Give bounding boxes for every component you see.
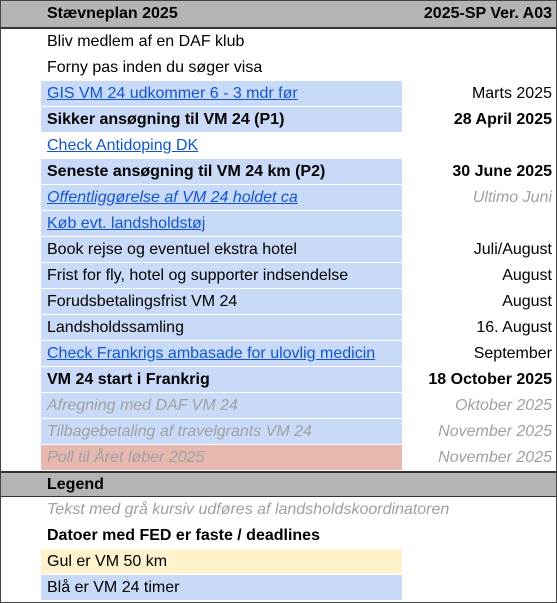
- legend-label[interactable]: Tekst med grå kursiv udføres af landshol…: [47, 497, 449, 522]
- row-label[interactable]: Forudsbetalingsfrist VM 24: [47, 289, 237, 314]
- row-date[interactable]: August: [502, 263, 552, 288]
- row-label[interactable]: Seneste ansøgning til VM 24 km (P2): [47, 159, 325, 184]
- row-date[interactable]: 30 June 2025: [452, 159, 552, 184]
- legend-item[interactable]: Tekst med grå kursiv udføres af landshol…: [1, 497, 556, 523]
- row-label[interactable]: Bliv medlem af en DAF klub: [47, 29, 244, 54]
- legend-label[interactable]: Datoer med FED er faste / deadlines: [47, 523, 320, 548]
- row-date[interactable]: Marts 2025: [472, 81, 552, 106]
- row-date[interactable]: September: [474, 341, 552, 366]
- schedule-row[interactable]: Landsholdssamling 16. August: [1, 315, 556, 341]
- schedule-row[interactable]: Køb evt. landsholdstøj: [1, 211, 556, 237]
- legend-label[interactable]: Blå er VM 24 timer: [47, 575, 179, 600]
- row-date[interactable]: August: [502, 289, 552, 314]
- schedule-row[interactable]: Sikker ansøgning til VM 24 (P1) 28 April…: [1, 107, 556, 133]
- team-apparel-link[interactable]: Køb evt. landsholdstøj: [47, 211, 205, 236]
- schedule-row[interactable]: Forny pas inden du søger visa: [1, 55, 556, 81]
- row-date[interactable]: 16. August: [476, 315, 552, 340]
- row-date[interactable]: 18 October 2025: [428, 367, 552, 392]
- sheet-header: Stævneplan 2025 2025-SP Ver. A03: [1, 1, 556, 29]
- legend-item[interactable]: Datoer med FED er faste / deadlines: [1, 523, 556, 549]
- sheet-title: Stævneplan 2025: [47, 5, 178, 22]
- legend-header: Legend: [1, 471, 556, 497]
- row-label[interactable]: Sikker ansøgning til VM 24 (P1): [47, 107, 284, 132]
- row-date[interactable]: Juli/August: [474, 237, 552, 262]
- antidoping-link[interactable]: Check Antidoping DK: [47, 133, 198, 158]
- embassy-medicine-link[interactable]: Check Frankrigs ambasade for ulovlig med…: [47, 341, 375, 366]
- schedule-row[interactable]: Offentliggørelse af VM 24 holdet ca Ulti…: [1, 185, 556, 211]
- row-date[interactable]: November 2025: [438, 445, 552, 470]
- row-label[interactable]: Poll til Året løber 2025: [47, 445, 204, 470]
- row-label[interactable]: Afregning med DAF VM 24: [47, 393, 238, 418]
- team-announcement-link[interactable]: Offentliggørelse af VM 24 holdet ca: [47, 185, 298, 210]
- gis-link[interactable]: GIS VM 24 udkommer 6 - 3 mdr før: [47, 81, 298, 106]
- row-date[interactable]: Oktober 2025: [455, 393, 552, 418]
- row-date[interactable]: November 2025: [438, 419, 552, 444]
- schedule-row[interactable]: Check Antidoping DK: [1, 133, 556, 159]
- row-label[interactable]: Book rejse og eventuel ekstra hotel: [47, 237, 297, 262]
- sheet-version: 2025-SP Ver. A03: [423, 5, 552, 22]
- schedule-row[interactable]: Afregning med DAF VM 24 Oktober 2025: [1, 393, 556, 419]
- schedule-row[interactable]: Tilbagebetaling af travelgrants VM 24 No…: [1, 419, 556, 445]
- legend-title: Legend: [47, 475, 104, 493]
- schedule-row[interactable]: Check Frankrigs ambasade for ulovlig med…: [1, 341, 556, 367]
- schedule-row[interactable]: Seneste ansøgning til VM 24 km (P2) 30 J…: [1, 159, 556, 185]
- row-date[interactable]: 28 April 2025: [454, 107, 552, 132]
- schedule-row[interactable]: Frist for fly, hotel og supporter indsen…: [1, 263, 556, 289]
- schedule-sheet: Stævneplan 2025 2025-SP Ver. A03 Bliv me…: [0, 0, 557, 603]
- legend-label[interactable]: Gul er VM 50 km: [47, 549, 167, 574]
- row-label[interactable]: Landsholdssamling: [47, 315, 184, 340]
- row-label[interactable]: Frist for fly, hotel og supporter indsen…: [47, 263, 348, 288]
- row-label[interactable]: Forny pas inden du søger visa: [47, 55, 262, 80]
- schedule-row[interactable]: GIS VM 24 udkommer 6 - 3 mdr før Marts 2…: [1, 81, 556, 107]
- schedule-row[interactable]: Book rejse og eventuel ekstra hotel Juli…: [1, 237, 556, 263]
- schedule-row[interactable]: Poll til Året løber 2025 November 2025: [1, 445, 556, 471]
- row-date[interactable]: Ultimo Juni: [473, 185, 552, 210]
- schedule-row[interactable]: Forudsbetalingsfrist VM 24 August: [1, 289, 556, 315]
- schedule-row[interactable]: VM 24 start i Frankrig 18 October 2025: [1, 367, 556, 393]
- row-label[interactable]: VM 24 start i Frankrig: [47, 367, 210, 392]
- legend-item[interactable]: Blå er VM 24 timer: [1, 575, 556, 601]
- legend-item[interactable]: Gul er VM 50 km: [1, 549, 556, 575]
- schedule-row[interactable]: Bliv medlem af en DAF klub: [1, 29, 556, 55]
- row-label[interactable]: Tilbagebetaling af travelgrants VM 24: [47, 419, 312, 444]
